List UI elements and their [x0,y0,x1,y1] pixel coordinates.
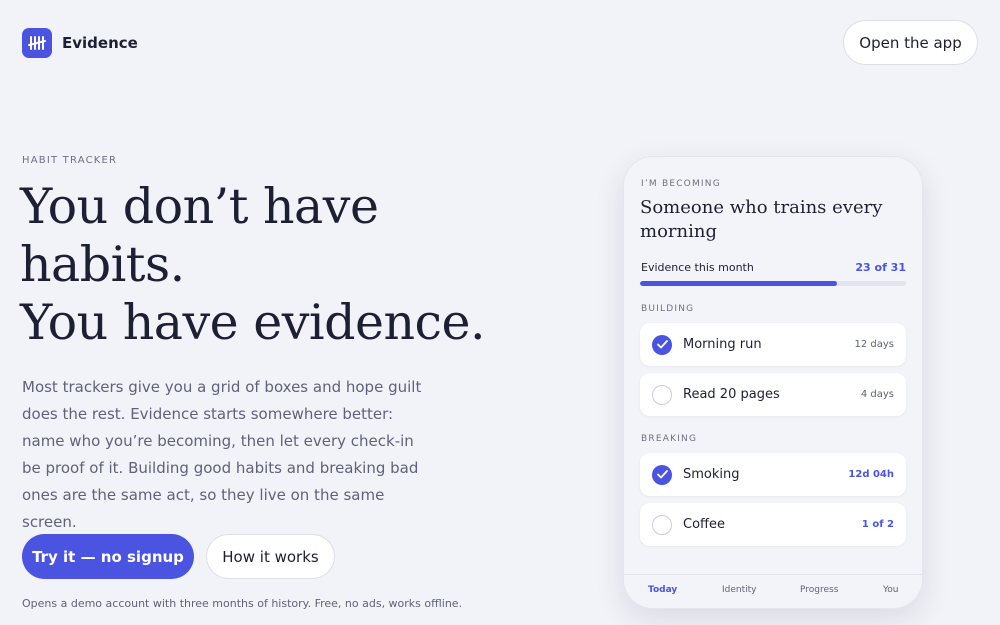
demo-note: Opens a demo account with three months o… [22,597,463,610]
how-it-works-button[interactable]: How it works [206,534,335,579]
phone-mockup: I’M BECOMING Someone who trains every mo… [623,156,923,609]
habit-streak: 12d 04h [848,469,894,480]
hero-description: Most trackers give you a grid of boxes a… [22,378,422,531]
check-icon[interactable] [652,384,672,405]
tab-identity[interactable]: Identity [722,585,757,595]
habit-name: Smoking [683,467,740,482]
identity-eyebrow: I’M BECOMING [641,179,721,189]
evidence-progress-bar [640,281,906,286]
tab-today[interactable]: Today [648,585,677,595]
evidence-label: Evidence this month [641,261,754,274]
habit-item-smoking[interactable]: Smoking 12d 04h [640,453,906,496]
brand[interactable]: Evidence [22,28,138,58]
check-icon[interactable] [652,464,672,485]
site-header: Evidence Open the app [0,0,1000,88]
check-icon[interactable] [652,334,672,355]
tab-you[interactable]: You [883,585,899,595]
headline-line: You have evidence. [20,294,486,351]
phone-tab-bar: Today Identity Progress You [624,574,922,608]
tally-marks-icon [22,28,52,58]
hero-headline: You don’t have habits. You have evidence… [20,178,580,352]
check-icon[interactable] [652,514,672,535]
building-section-label: BUILDING [641,304,695,314]
evidence-count: 23 of 31 [855,261,906,274]
breaking-section-label: BREAKING [641,434,698,444]
tab-progress[interactable]: Progress [800,585,838,595]
habit-name: Morning run [683,337,762,352]
hero-eyebrow: HABIT TRACKER [22,155,118,166]
habit-item-morning-run[interactable]: Morning run 12 days [640,323,906,366]
habit-item-read-pages[interactable]: Read 20 pages 4 days [640,373,906,416]
habit-item-coffee[interactable]: Coffee 1 of 2 [640,503,906,546]
brand-name: Evidence [62,34,138,52]
habit-streak: 1 of 2 [861,519,894,530]
headline-line: You don’t have [20,178,379,235]
habit-name: Read 20 pages [683,387,780,402]
evidence-progress-fill [640,281,837,286]
identity-statement: Someone who trains every morning [640,197,883,242]
headline-line: habits. [20,236,185,293]
open-app-button[interactable]: Open the app [843,20,978,65]
try-it-button[interactable]: Try it — no signup [22,534,194,579]
habit-streak: 12 days [854,339,894,350]
habit-streak: 4 days [860,389,894,400]
habit-name: Coffee [683,517,725,532]
